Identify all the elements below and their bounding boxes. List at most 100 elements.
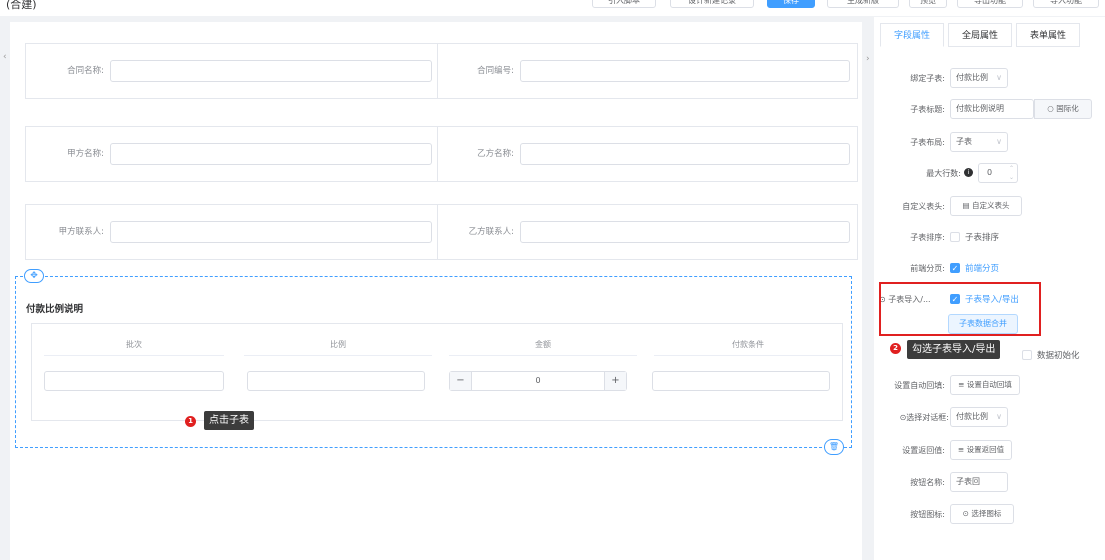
stepper-arrows-icon[interactable]: ⌃ ⌄ bbox=[1009, 164, 1014, 182]
info-icon: i bbox=[964, 168, 973, 177]
preview-button[interactable]: 预览 bbox=[909, 0, 947, 8]
check-import-export-tooltip: 勾选子表导入/导出 bbox=[907, 340, 1001, 359]
move-handle-icon[interactable]: ✥ bbox=[24, 269, 44, 283]
column-header: 比例 bbox=[244, 334, 432, 356]
form-cell[interactable]: 乙方名称: bbox=[438, 127, 857, 181]
contract-number-label: 合同编号: bbox=[477, 66, 514, 76]
design-record-button[interactable]: 设计新建记录 bbox=[670, 0, 754, 8]
button-icon-row: 按钮图标: ⊙ 选择图标 bbox=[874, 504, 1105, 526]
generate-version-button[interactable]: 生成新版 bbox=[827, 0, 899, 8]
panel-tabs: 字段属性 全局属性 表单属性 bbox=[880, 23, 1080, 47]
trash-icon[interactable]: 🗑 bbox=[824, 439, 844, 455]
tab-form-properties[interactable]: 表单属性 bbox=[1016, 23, 1080, 47]
subtable-title-row: 子表标题: 付款比例说明 ○ 国际化 bbox=[874, 99, 1105, 121]
party-b-name-input[interactable] bbox=[520, 143, 850, 165]
contract-name-input[interactable] bbox=[110, 60, 432, 82]
bind-subtable-label: 绑定子表: bbox=[910, 74, 945, 83]
chevron-down-icon: ∨ bbox=[996, 73, 1002, 82]
button-name-label: 按钮名称: bbox=[910, 478, 945, 487]
form-cell[interactable]: 甲方联系人: bbox=[26, 205, 438, 259]
return-value-label: 设置返回值: bbox=[902, 446, 945, 455]
tab-global-properties[interactable]: 全局属性 bbox=[948, 23, 1012, 47]
party-a-name-input[interactable] bbox=[110, 143, 432, 165]
form-row: 合同名称: 合同编号: bbox=[25, 43, 858, 99]
paging-checkbox-label[interactable]: 前端分页 bbox=[965, 258, 999, 280]
return-value-button[interactable]: ≡ 设置返回值 bbox=[950, 440, 1012, 460]
max-rows-value: 0 bbox=[987, 168, 993, 177]
layout-value: 子表 bbox=[956, 137, 972, 146]
amount-value: 0 bbox=[535, 376, 541, 385]
form-row: 甲方联系人: 乙方联系人: bbox=[25, 204, 858, 260]
select-dialog-value: 付款比例 bbox=[956, 412, 988, 421]
paging-row: 前端分页: ✓ 前端分页 bbox=[874, 258, 1105, 280]
collapse-right-icon[interactable]: › bbox=[866, 54, 870, 64]
party-b-contact-input[interactable] bbox=[520, 221, 850, 243]
top-toolbar: (合建) 引入脚本 设计新建记录 保存 生成新版 预览 导出功能 导入功能 bbox=[0, 0, 1105, 16]
step-2-badge: 2 bbox=[890, 343, 901, 354]
select-dialog-row: ⊙选择对话框: 付款比例 ∨ bbox=[874, 407, 1105, 429]
bind-subtable-select[interactable]: 付款比例 ∨ bbox=[950, 68, 1008, 88]
minus-icon[interactable]: − bbox=[450, 372, 472, 390]
layout-select[interactable]: 子表 ∨ bbox=[950, 132, 1008, 152]
select-dialog-select[interactable]: 付款比例 ∨ bbox=[950, 407, 1008, 427]
form-cell[interactable]: 合同名称: bbox=[26, 44, 438, 98]
button-icon-label: 按钮图标: bbox=[910, 510, 945, 519]
subtable-title: 付款比例说明 bbox=[26, 304, 84, 315]
tab-field-properties[interactable]: 字段属性 bbox=[880, 23, 944, 47]
sort-label: 子表排序: bbox=[910, 233, 945, 242]
button-name-input[interactable]: 子表回 bbox=[950, 472, 1008, 492]
list-icon: ≡ bbox=[958, 380, 965, 389]
max-rows-stepper[interactable]: 0 ⌃ ⌄ bbox=[978, 163, 1018, 183]
import-script-button[interactable]: 引入脚本 bbox=[592, 0, 656, 8]
click-subtable-tooltip: 点击子表 bbox=[204, 411, 254, 430]
payment-condition-input[interactable] bbox=[652, 371, 830, 391]
ratio-input[interactable] bbox=[247, 371, 425, 391]
form-row: 甲方名称: 乙方名称: bbox=[25, 126, 858, 182]
plus-icon[interactable]: + bbox=[604, 372, 626, 390]
data-init-checkbox-label[interactable]: 数据初始化 bbox=[1037, 345, 1080, 367]
collapse-left-icon[interactable]: ‹ bbox=[3, 52, 7, 62]
contract-name-label: 合同名称: bbox=[67, 66, 104, 76]
paging-checkbox[interactable]: ✓ bbox=[950, 263, 960, 273]
paging-label: 前端分页: bbox=[910, 264, 945, 273]
amount-stepper[interactable]: − 0 + bbox=[449, 371, 627, 391]
highlight-box bbox=[879, 282, 1041, 336]
max-rows-label: 最大行数: bbox=[926, 169, 961, 178]
bind-subtable-value: 付款比例 bbox=[956, 73, 988, 82]
search-icon: ○ bbox=[1047, 104, 1054, 113]
auto-fill-button[interactable]: ≡ 设置自动回填 bbox=[950, 375, 1020, 395]
search-icon: ⊙ bbox=[962, 509, 969, 518]
subtable-widget[interactable]: ✥ 付款比例说明 批次 比例 金额 付款条件 − 0 + 🗑 bbox=[15, 269, 852, 455]
max-rows-row: 最大行数: i 0 ⌃ ⌄ bbox=[874, 163, 1105, 185]
party-b-name-label: 乙方名称: bbox=[477, 149, 514, 159]
form-cell[interactable]: 甲方名称: bbox=[26, 127, 438, 181]
custom-header-button[interactable]: ▤ 自定义表头 bbox=[950, 196, 1022, 216]
save-button[interactable]: 保存 bbox=[767, 0, 815, 8]
sort-checkbox-label[interactable]: 子表排序 bbox=[965, 227, 999, 249]
sort-checkbox[interactable] bbox=[950, 232, 960, 242]
i18n-button[interactable]: ○ 国际化 bbox=[1034, 99, 1092, 119]
custom-header-label: 自定义表头: bbox=[902, 202, 945, 211]
form-cell[interactable]: 乙方联系人: bbox=[438, 205, 857, 259]
form-canvas: 合同名称: 合同编号: 甲方名称: 乙方名称: 甲方联系人: 乙方联系人: ✥ … bbox=[10, 22, 862, 560]
page-title: (合建) bbox=[6, 0, 37, 11]
select-icon-button[interactable]: ⊙ 选择图标 bbox=[950, 504, 1014, 524]
column-header: 批次 bbox=[44, 334, 224, 356]
contract-number-input[interactable] bbox=[520, 60, 850, 82]
import-button[interactable]: 导入功能 bbox=[1033, 0, 1099, 8]
step-1-badge: 1 bbox=[185, 416, 196, 427]
subtable-header: 批次 比例 金额 付款条件 bbox=[44, 334, 844, 356]
select-dialog-label: ⊙选择对话框: bbox=[899, 413, 949, 422]
subtable-title-input[interactable]: 付款比例说明 bbox=[950, 99, 1034, 119]
sort-row: 子表排序: 子表排序 bbox=[874, 227, 1105, 249]
batch-input[interactable] bbox=[44, 371, 224, 391]
party-a-contact-input[interactable] bbox=[110, 221, 432, 243]
party-b-contact-label: 乙方联系人: bbox=[468, 227, 514, 237]
data-init-checkbox[interactable] bbox=[1022, 350, 1032, 360]
table-icon: ▤ bbox=[962, 201, 970, 210]
button-name-row: 按钮名称: 子表回 bbox=[874, 472, 1105, 494]
auto-fill-label: 设置自动回填: bbox=[894, 381, 945, 390]
form-cell[interactable]: 合同编号: bbox=[438, 44, 857, 98]
column-header: 金额 bbox=[449, 334, 637, 356]
export-button[interactable]: 导出功能 bbox=[957, 0, 1023, 8]
